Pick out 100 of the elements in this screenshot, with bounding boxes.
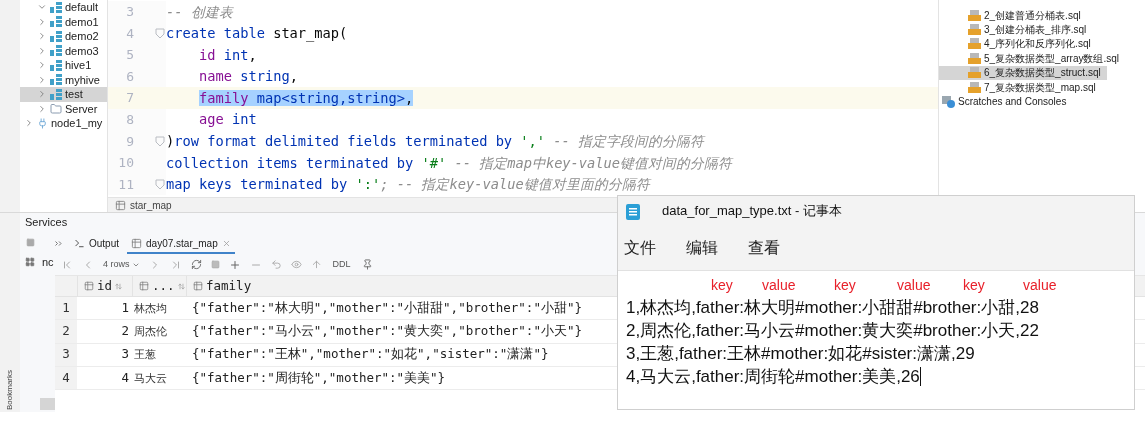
code-text: -- 创建表 (166, 2, 233, 22)
tree-item[interactable]: default (20, 0, 107, 15)
project-file-item[interactable]: Scratches and Consoles (939, 94, 1145, 109)
line-number: 5 (125, 46, 134, 65)
first-page-icon[interactable] (61, 258, 73, 271)
column-icon (84, 281, 94, 291)
project-file-item[interactable]: 5_复杂数据类型_array数组.sql (939, 51, 1145, 66)
column-header[interactable]: id (77, 276, 132, 296)
layout-icon[interactable] (25, 257, 35, 267)
project-file-item[interactable]: 2_创建普通分桶表.sql (939, 8, 1145, 23)
tree-item-label: Server (65, 101, 98, 117)
folder-icon (50, 102, 62, 115)
table-cell-text: {"father":"王林","mother":"如花","sister":"潇潇"} (191, 345, 549, 364)
chevron-right-icon[interactable] (37, 103, 47, 114)
tree-item-label: test (65, 87, 83, 102)
file-name: 3_创建分桶表_排序.sql (984, 23, 1087, 38)
table-cell-text: {"father":"周街轮","mother":"美美"} (191, 368, 446, 387)
add-row-icon[interactable] (228, 258, 241, 271)
tree-item[interactable]: demo2 (20, 29, 107, 44)
stop-icon[interactable] (25, 238, 35, 247)
project-file-item[interactable]: 7_复杂数据类型_map.sql (939, 79, 1145, 95)
table-cell-text: 2 (120, 322, 130, 341)
preview-icon[interactable] (290, 259, 302, 270)
line-number: 11 (117, 175, 134, 194)
project-file-item[interactable]: 6_复杂数据类型_struct.sql (939, 65, 1107, 80)
fold-marker-icon[interactable] (155, 27, 165, 39)
ddl-button[interactable]: DDL (330, 257, 353, 272)
submit-icon[interactable] (310, 259, 322, 270)
chevron-right-icon[interactable] (37, 74, 47, 85)
code-text: create table star_map( (166, 24, 348, 44)
chevron-right-icon[interactable] (37, 31, 47, 42)
file-name: 6_复杂数据类型_struct.sql (984, 66, 1101, 81)
refresh-icon[interactable] (190, 259, 202, 270)
text-line: 3,王葱,father:王林#mother:如花#sister:潇潇,29 (626, 342, 975, 365)
column-header[interactable]: ... (132, 276, 186, 296)
stop-icon[interactable] (210, 260, 220, 269)
project-file-item[interactable]: 3_创建分桶表_排序.sql (939, 22, 1145, 37)
tree-item[interactable]: node1_my (20, 116, 107, 131)
table-icon (131, 237, 143, 249)
menu-item[interactable]: 编辑 (686, 236, 718, 260)
menu-item[interactable]: 查看 (748, 236, 780, 260)
table-cell-text: 王葱 (133, 347, 157, 363)
table-cell-text: {"father":"林大明","mother":"小甜甜","brother":"小甜"} (191, 298, 582, 317)
code-text: family map<string,string>, (198, 88, 414, 108)
bookmarks-tab[interactable]: Bookmarks (4, 370, 16, 410)
row-number: 4 (55, 366, 77, 390)
line-number: 6 (125, 67, 134, 86)
tree-item[interactable]: test (20, 87, 107, 102)
project-file-item[interactable]: 4_序列化和反序列化.sql (939, 36, 1145, 52)
column-header[interactable]: family (186, 276, 616, 296)
line-number: 9 (125, 132, 134, 151)
tree-item[interactable]: Server (20, 101, 107, 116)
row-number: 1 (55, 297, 77, 320)
chevron-right-icon[interactable] (37, 45, 47, 56)
tree-item-label: demo3 (65, 43, 99, 59)
tree-item[interactable]: demo3 (20, 43, 107, 58)
schema-icon (50, 59, 62, 71)
table-cell-text: 马大云 (133, 370, 168, 386)
column-icon (139, 281, 149, 291)
chevron-right-icon[interactable] (24, 118, 34, 129)
row-number: 3 (55, 343, 77, 366)
file-name: 4_序列化和反序列化.sql (984, 37, 1091, 52)
row-count-dropdown[interactable]: 4 rows (103, 257, 140, 272)
more-tabs-icon[interactable] (55, 241, 62, 246)
annotation: key (834, 276, 856, 295)
fold-marker-icon[interactable] (155, 135, 165, 147)
tree-item[interactable]: hive1 (20, 58, 107, 73)
tree-item[interactable]: myhive (20, 72, 107, 87)
chevron-right-icon[interactable] (37, 60, 47, 71)
table-cell-text: 林杰均 (133, 300, 168, 316)
panel-tab[interactable]: Output (70, 234, 124, 254)
breadcrumb[interactable]: star_map (130, 197, 172, 213)
notepad-icon (626, 202, 640, 220)
sort-icon[interactable] (177, 282, 185, 290)
plug-icon (37, 117, 48, 129)
file-name: Scratches and Consoles (958, 95, 1067, 110)
menu-item[interactable]: 文件 (624, 236, 656, 260)
sort-icon[interactable] (115, 282, 123, 290)
code-text: map keys terminated by ':'; -- 指定key-value键值对里面的分隔符 (166, 175, 650, 195)
column-name: family (206, 276, 252, 295)
tree-item[interactable]: demo1 (20, 14, 107, 29)
service-node[interactable]: nc (40, 254, 54, 271)
row-number: 2 (55, 320, 77, 343)
tab-label: day07.star_map (146, 236, 218, 251)
schema-icon (50, 88, 62, 100)
sql-file-icon (968, 24, 981, 36)
table-cell-text: 4 (120, 368, 130, 387)
fold-marker-icon[interactable] (155, 179, 165, 191)
pin-icon[interactable] (361, 259, 373, 270)
chevron-right-icon[interactable] (37, 89, 47, 100)
schema-icon (50, 45, 62, 57)
scrollbar[interactable] (40, 398, 55, 410)
tab-label: Output (89, 236, 120, 251)
file-name: 7_复杂数据类型_map.sql (984, 80, 1096, 95)
tree-item-label: demo1 (65, 14, 99, 30)
undo-icon[interactable] (270, 259, 282, 270)
chevron-right-icon[interactable] (37, 16, 47, 27)
tree-item-label: hive1 (65, 58, 92, 73)
close-icon[interactable] (221, 238, 231, 248)
sql-file-icon (968, 81, 981, 93)
